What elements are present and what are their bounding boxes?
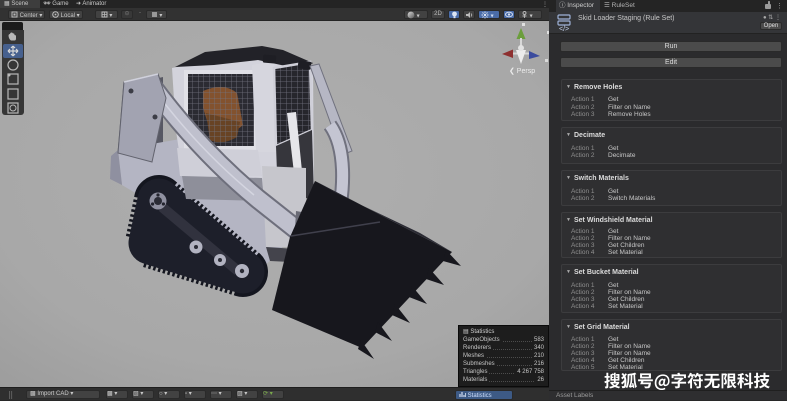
svg-text:</>: </>: [559, 26, 569, 32]
svg-text:❮ Persp: ❮ Persp: [509, 67, 535, 75]
